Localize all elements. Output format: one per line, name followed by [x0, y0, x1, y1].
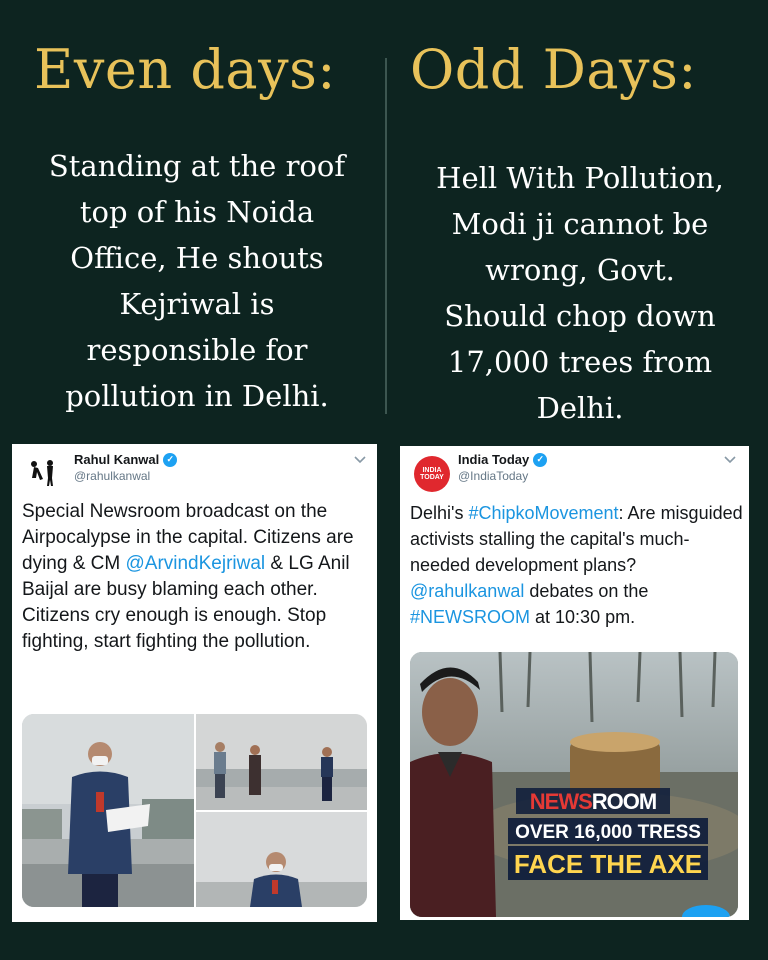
even-days-text: Standing at the roof top of his Noida Of…	[24, 143, 370, 419]
even-line: Office, He shouts	[70, 241, 324, 275]
brand-news-text: NEWS	[530, 789, 592, 814]
tweet-text-part: at 10:30 pm.	[530, 607, 636, 627]
logo-line: TODAY	[420, 474, 444, 481]
odd-line: Delhi.	[536, 391, 624, 425]
odd-line: 17,000 trees from	[447, 345, 713, 379]
divider-line	[385, 58, 387, 414]
author-name-text[interactable]: Rahul Kanwal	[74, 452, 159, 467]
tweet-card-rahul-kanwal[interactable]: Rahul Kanwal ✓ @rahulkanwal Special News…	[12, 444, 377, 922]
media-headline-line2: FACE THE AXE	[514, 849, 702, 879]
mention-link[interactable]: @rahulkanwal	[410, 581, 524, 601]
tweet-body: Delhi's #ChipkoMovement: Are misguided a…	[410, 500, 748, 630]
india-today-logo: INDIA TODAY	[420, 467, 444, 481]
odd-line: wrong, Govt.	[485, 253, 675, 287]
tweet-body: Special Newsroom broadcast on the Airpoc…	[22, 499, 372, 655]
svg-text:NEWSROOM: NEWSROOM	[530, 789, 656, 814]
odd-line: Modi ji cannot be	[451, 207, 709, 241]
tweet-text-part: Delhi's	[410, 503, 469, 523]
tweet-media-image[interactable]: NEWSROOM OVER 16,000 TRESS FACE THE AXE	[410, 652, 738, 917]
mention-link[interactable]: @ArvindKejriwal	[125, 553, 265, 574]
avatar[interactable]	[26, 454, 62, 490]
tweet-author-handle[interactable]: @rahulkanwal	[74, 469, 150, 483]
media-headline-line1: OVER 16,000 TRESS	[515, 822, 701, 843]
even-line: responsible for	[86, 333, 308, 367]
tweet-author-handle[interactable]: @IndiaToday	[458, 469, 528, 483]
odd-line: Should chop down	[444, 299, 716, 333]
tweet-text-part: debates on the	[524, 581, 649, 601]
chevron-down-icon[interactable]	[353, 452, 367, 468]
author-name-text[interactable]: India Today	[458, 452, 529, 467]
odd-line: Hell With Pollution,	[436, 161, 724, 195]
even-line: top of his Noida	[79, 195, 315, 229]
hashtag-link[interactable]: #ChipkoMovement	[468, 503, 618, 523]
photo-grid-image	[22, 714, 367, 907]
odd-days-text: Hell With Pollution, Modi ji cannot be w…	[395, 155, 765, 431]
verified-check-icon: ✓	[163, 452, 178, 467]
avatar-silhouette-icon	[31, 460, 53, 486]
avatar[interactable]: INDIA TODAY	[414, 456, 450, 492]
even-line: Standing at the roof	[48, 149, 346, 183]
tweet-author-name[interactable]: Rahul Kanwal ✓	[74, 452, 178, 467]
even-line: pollution in Delhi.	[65, 379, 329, 413]
newsroom-promo-image: NEWSROOM OVER 16,000 TRESS FACE THE AXE	[410, 652, 738, 917]
hashtag-link[interactable]: #NEWSROOM	[410, 607, 530, 627]
tweet-author-name[interactable]: India Today ✓	[458, 452, 548, 467]
tweet-card-india-today[interactable]: INDIA TODAY India Today ✓ @IndiaToday De…	[400, 446, 749, 920]
tweet-photo-grid[interactable]	[22, 714, 367, 907]
even-days-heading: Even days:	[34, 38, 336, 101]
logo-line: INDIA	[422, 467, 442, 474]
brand-room-text: ROOM	[592, 789, 656, 814]
odd-days-heading: Odd Days:	[410, 38, 697, 101]
even-line: Kejriwal is	[119, 287, 275, 321]
chevron-down-icon[interactable]	[723, 452, 737, 468]
verified-check-icon: ✓	[533, 452, 548, 467]
